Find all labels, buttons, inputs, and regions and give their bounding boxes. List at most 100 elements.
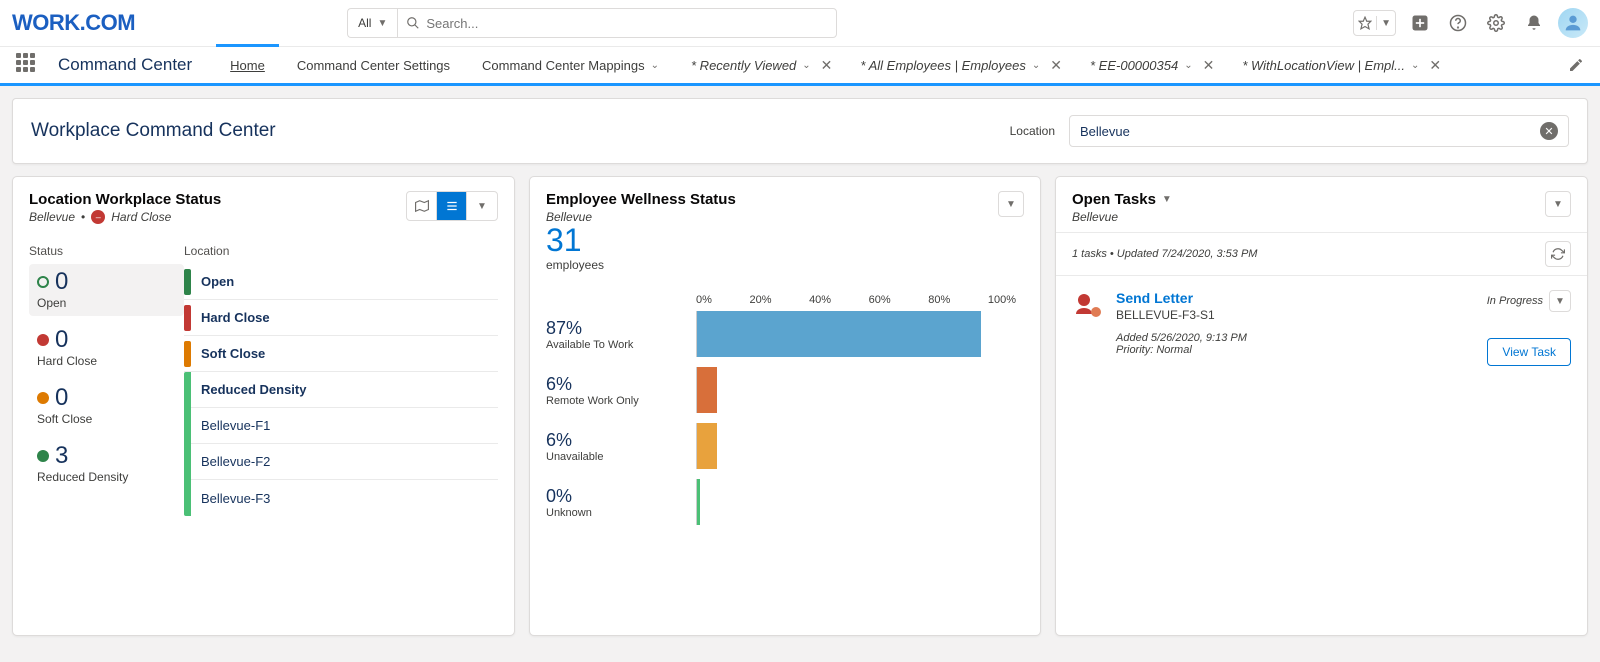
view-list-button[interactable] (437, 192, 467, 220)
map-icon (415, 199, 429, 213)
chart-bar-row: 0%Unknown (546, 474, 1024, 530)
card2-menu-button[interactable]: ▼ (998, 191, 1024, 217)
search-box[interactable] (397, 8, 837, 38)
open-tasks-card: Open Tasks ▼ Bellevue ▼ 1 tasks • Update… (1055, 176, 1588, 636)
axis-label: 100% (988, 294, 1016, 306)
close-icon[interactable]: ✕ (1429, 57, 1441, 74)
search-scope-label: All (358, 16, 371, 30)
status-count: 3 (55, 444, 68, 468)
refresh-button[interactable] (1545, 241, 1571, 267)
task-title-link[interactable]: Send Letter (1116, 290, 1475, 306)
favorites-button[interactable]: ▼ (1353, 10, 1396, 36)
location-row-open[interactable]: Open (184, 264, 498, 300)
location-row-soft[interactable]: Soft Close (184, 336, 498, 372)
card3-title: Open Tasks (1072, 191, 1156, 208)
view-task-button[interactable]: View Task (1487, 338, 1571, 366)
status-tile-open[interactable]: 0Open (29, 264, 184, 316)
nav-home[interactable]: Home (216, 44, 279, 84)
edit-nav-button[interactable] (1568, 57, 1584, 73)
status-count: 0 (55, 386, 68, 410)
status-tile-hard[interactable]: 0Hard Close (29, 322, 184, 374)
task-menu-button[interactable]: ▼ (1549, 290, 1571, 312)
location-open-label: Open (201, 274, 234, 289)
notifications-button[interactable] (1520, 9, 1548, 37)
setup-button[interactable] (1482, 9, 1510, 37)
help-button[interactable] (1444, 9, 1472, 37)
card3-sub: Bellevue (1072, 210, 1118, 224)
search-scope-selector[interactable]: All ▼ (347, 8, 397, 38)
page-title: Workplace Command Center (31, 120, 276, 142)
task-added: Added 5/26/2020, 9:13 PM (1116, 332, 1475, 344)
task-item: Send Letter BELLEVUE-F3-S1 Added 5/26/20… (1056, 276, 1587, 380)
app-launcher-icon[interactable] (16, 53, 40, 77)
location-row-hard[interactable]: Hard Close (184, 300, 498, 336)
card1-sub-location: Bellevue (29, 210, 75, 224)
status-dot-icon (37, 276, 49, 288)
status-tile-soft[interactable]: 0 Soft Close (29, 380, 184, 432)
chart-bar-row: 6%Unavailable (546, 418, 1024, 474)
location-input[interactable]: Bellevue ✕ (1069, 115, 1569, 147)
location-sub-row[interactable]: Bellevue-F1 (191, 408, 498, 444)
task-status: In Progress (1487, 295, 1543, 307)
tab-label: * Recently Viewed (691, 58, 796, 73)
tab-label: * All Employees | Employees (860, 58, 1025, 73)
close-icon[interactable]: ✕ (1203, 57, 1215, 74)
close-icon[interactable]: ✕ (1050, 57, 1062, 74)
bar-category: Available To Work (546, 339, 696, 351)
bar-category: Unavailable (546, 451, 696, 463)
dashboard: Location Workplace Status Bellevue • – H… (0, 176, 1600, 648)
header-actions: ▼ (1353, 8, 1588, 38)
location-soft-label: Soft Close (201, 346, 265, 361)
view-menu-button[interactable]: ▼ (467, 192, 497, 220)
card3-menu-button[interactable]: ▼ (1545, 191, 1571, 217)
nav-workspace-tab[interactable]: * EE-00000354⌄✕ (1076, 45, 1228, 85)
location-row-reduced[interactable]: Reduced Density (191, 372, 498, 408)
location-sub-row[interactable]: Bellevue-F3 (191, 480, 498, 516)
refresh-icon (1551, 247, 1565, 261)
bar-category: Remote Work Only (546, 395, 696, 407)
wellness-card: Employee Wellness Status Bellevue 31 emp… (529, 176, 1041, 636)
bell-icon (1525, 14, 1543, 32)
chevron-down-icon[interactable]: ▼ (1162, 194, 1172, 205)
location-hard-label: Hard Close (201, 310, 270, 325)
status-dot-icon (37, 334, 49, 346)
bar-fill (697, 367, 717, 413)
status-tile-reduced[interactable]: 3Reduced Density (29, 438, 184, 490)
axis-label: 60% (869, 294, 891, 306)
nav-workspace-tab[interactable]: * Recently Viewed⌄✕ (677, 45, 846, 85)
app-nav: Command Center Home Command Center Setti… (0, 46, 1600, 86)
axis-label: 80% (928, 294, 950, 306)
status-label: Hard Close (37, 354, 176, 368)
user-avatar[interactable] (1558, 8, 1588, 38)
brand-logo: WORK.COM (12, 10, 135, 36)
task-priority: Priority: Normal (1116, 344, 1475, 356)
chevron-down-icon: ⌄ (1184, 60, 1192, 71)
status-count: 0 (55, 270, 68, 294)
nav-settings[interactable]: Command Center Settings (283, 45, 464, 85)
status-label: Soft Close (37, 412, 176, 426)
chevron-down-icon: ⌄ (651, 60, 659, 71)
bar-fill (697, 311, 981, 357)
chevron-down-icon: ⌄ (1411, 60, 1419, 71)
question-icon (1449, 14, 1467, 32)
employee-count: 31 (546, 224, 736, 256)
bar-percent: 87% (546, 318, 696, 339)
location-status-card: Location Workplace Status Bellevue • – H… (12, 176, 515, 636)
bar-percent: 0% (546, 486, 696, 507)
location-sub-row[interactable]: Bellevue-F2 (191, 444, 498, 480)
chevron-down-icon: ▼ (477, 201, 487, 212)
nav-mappings[interactable]: Command Center Mappings⌄ (468, 45, 673, 85)
close-icon[interactable]: ✕ (821, 57, 833, 74)
status-dot-icon (37, 392, 49, 404)
tab-label: * WithLocationView | Empl... (1242, 58, 1405, 73)
view-map-button[interactable] (407, 192, 437, 220)
card2-title: Employee Wellness Status (546, 191, 736, 208)
location-list: Open Hard Close Soft Close Reduced Densi… (184, 264, 498, 516)
nav-workspace-tab[interactable]: * WithLocationView | Empl... ⌄ ✕ (1228, 45, 1455, 85)
search-input[interactable] (426, 16, 828, 31)
column-headers: Status Location (13, 238, 514, 264)
nav-workspace-tab[interactable]: * All Employees | Employees⌄✕ (846, 45, 1076, 85)
clear-location-button[interactable]: ✕ (1540, 122, 1558, 140)
add-button[interactable] (1406, 9, 1434, 37)
col-location: Location (184, 244, 229, 258)
